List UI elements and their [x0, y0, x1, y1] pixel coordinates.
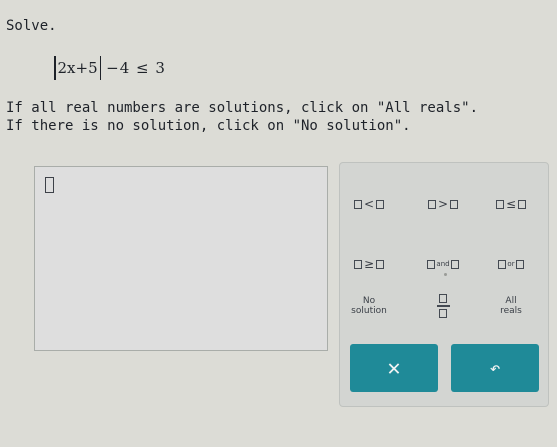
- abs-bar-left: [54, 56, 56, 80]
- abs-content: 2x+5: [57, 59, 98, 77]
- instruction-no-solution: If there is no solution, click on "No so…: [6, 118, 411, 134]
- no-solution-key[interactable]: No solution: [346, 289, 392, 323]
- placeholder-box-icon: [518, 199, 527, 209]
- less-equal-key[interactable]: ≤: [488, 187, 534, 221]
- close-icon: ✕: [387, 355, 401, 381]
- answer-input[interactable]: [34, 166, 328, 351]
- greater-than-key[interactable]: >: [420, 187, 466, 221]
- instruction-all-reals: If all real numbers are solutions, click…: [6, 100, 479, 116]
- greater-equal-key[interactable]: ≥: [346, 247, 392, 281]
- placeholder-box-icon: [427, 259, 436, 269]
- decorative-dot: [444, 273, 447, 276]
- or-key[interactable]: or: [488, 247, 534, 281]
- placeholder-box-icon: [498, 259, 507, 269]
- placeholder-box-icon: [515, 259, 524, 269]
- no-solution-label: No solution: [351, 296, 387, 316]
- math-expression: 2x+5 −4 ≤ 3: [52, 55, 166, 81]
- fraction-key[interactable]: [420, 289, 466, 323]
- math-keypad: < > ≤ ≥ and or No solution All reals ✕ ↶: [339, 162, 549, 407]
- placeholder-box-icon: [427, 199, 436, 209]
- placeholder-box-icon: [353, 259, 362, 269]
- undo-button[interactable]: ↶: [451, 344, 539, 392]
- placeholder-box-icon: [376, 259, 385, 269]
- placeholder-box-icon: [353, 199, 362, 209]
- fraction-icon: [436, 294, 450, 318]
- and-key[interactable]: and: [420, 247, 466, 281]
- less-than-key[interactable]: <: [346, 187, 392, 221]
- answer-cursor-box: [45, 177, 54, 193]
- expression-rest: −4 ≤ 3: [106, 59, 166, 77]
- placeholder-box-icon: [495, 199, 504, 209]
- clear-button[interactable]: ✕: [350, 344, 438, 392]
- placeholder-box-icon: [450, 199, 459, 209]
- all-reals-key[interactable]: All reals: [488, 289, 534, 323]
- prompt-label: Solve.: [6, 18, 57, 34]
- abs-bar-right: [99, 56, 102, 80]
- all-reals-label: All reals: [500, 296, 522, 316]
- placeholder-box-icon: [450, 259, 459, 269]
- placeholder-box-icon: [376, 199, 385, 209]
- undo-icon: ↶: [489, 357, 501, 379]
